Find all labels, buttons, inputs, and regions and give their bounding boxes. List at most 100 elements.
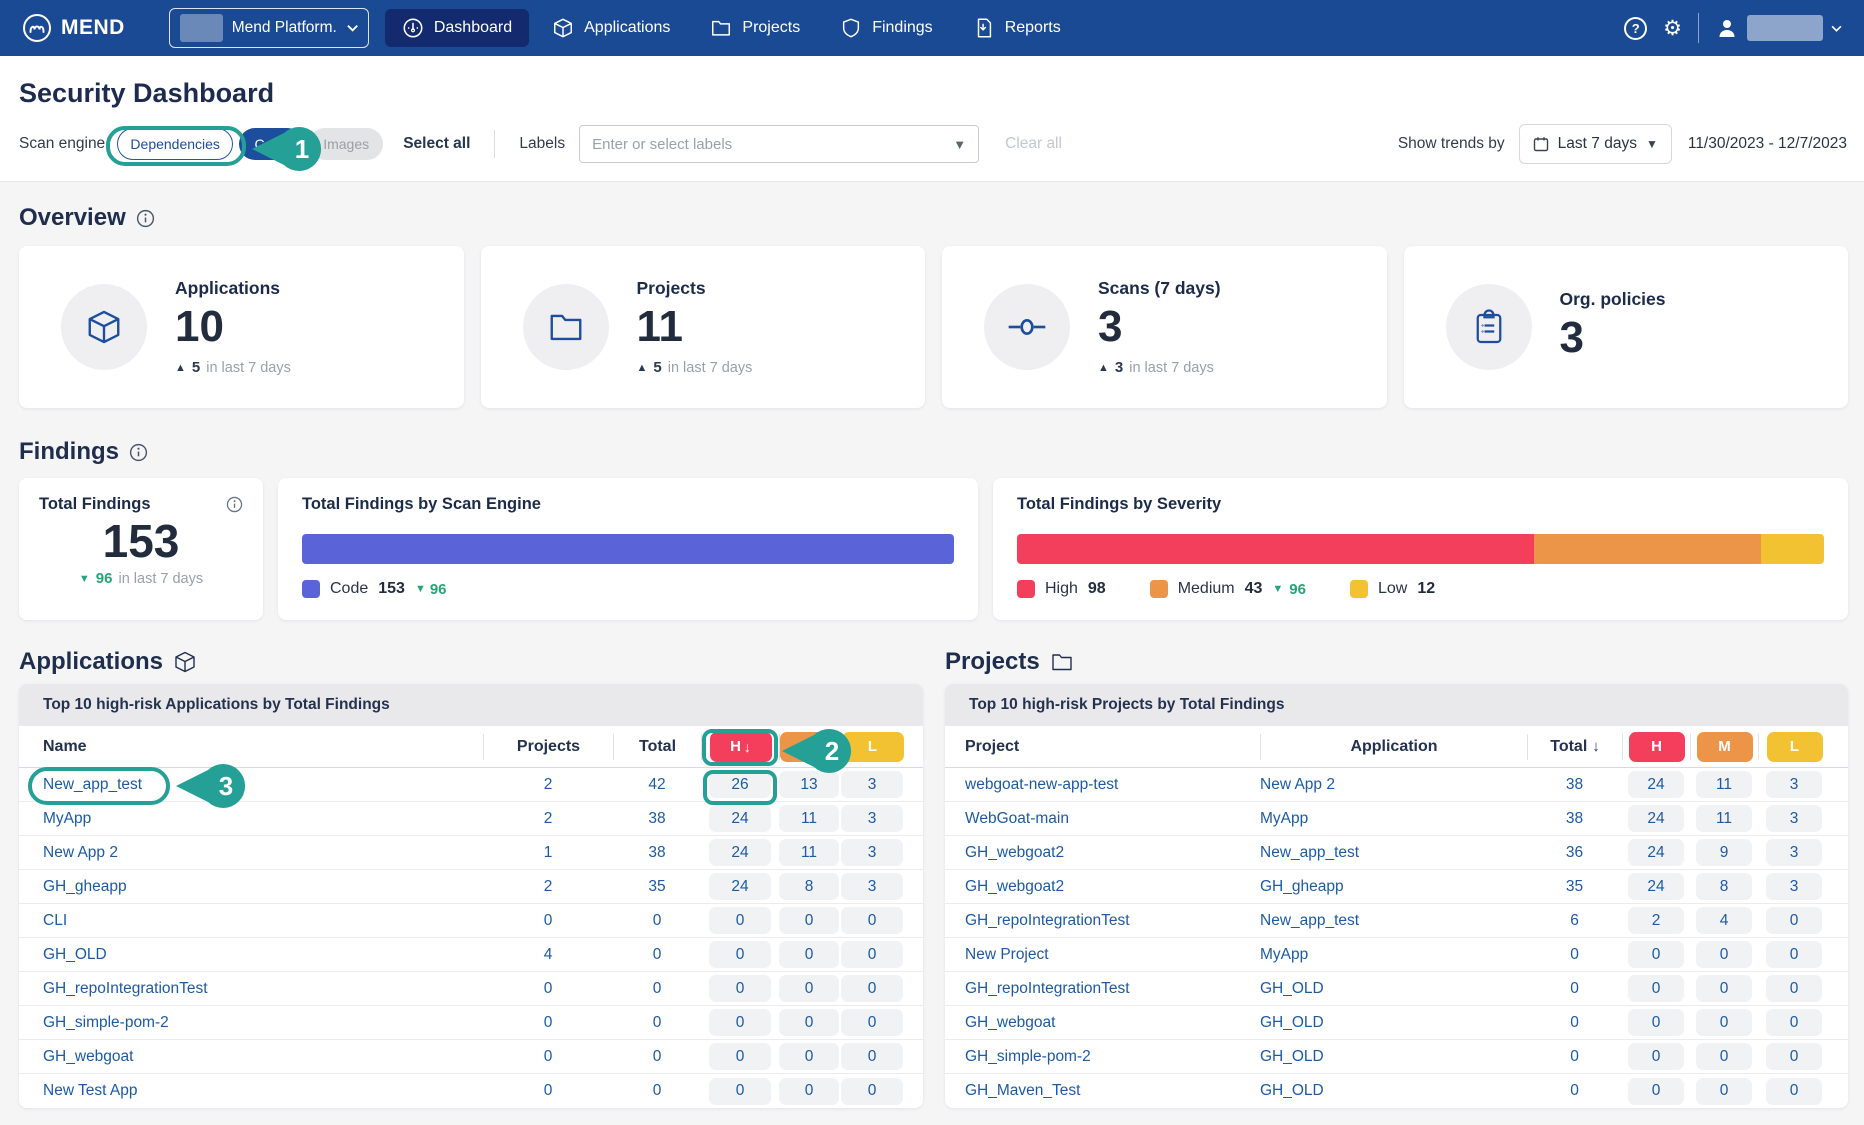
projects-count-cell[interactable]: 4 — [483, 946, 613, 964]
info-icon[interactable] — [129, 443, 148, 462]
clear-all-link[interactable]: Clear all — [1005, 135, 1062, 153]
medium-count-cell[interactable]: 8 — [1696, 873, 1752, 900]
low-count-cell[interactable]: 0 — [1766, 1043, 1822, 1070]
project-link[interactable]: GH_webgoat — [965, 1014, 1055, 1031]
low-count-cell[interactable]: 3 — [841, 839, 903, 866]
project-link[interactable]: New Project — [965, 946, 1049, 963]
application-link[interactable]: GH_simple-pom-2 — [43, 1014, 169, 1031]
info-icon[interactable] — [136, 209, 155, 228]
low-count-cell[interactable]: 3 — [1766, 839, 1822, 866]
dropdown-caret-icon[interactable]: ▼ — [953, 137, 966, 152]
column-header-application[interactable]: Application — [1260, 734, 1527, 760]
column-header-projects[interactable]: Projects — [483, 734, 613, 760]
application-link[interactable]: CLI — [43, 912, 67, 929]
application-link[interactable]: GH_webgoat — [43, 1048, 133, 1065]
total-count-cell[interactable]: 0 — [613, 912, 701, 930]
low-count-cell[interactable]: 3 — [1766, 771, 1822, 798]
low-count-cell[interactable]: 3 — [841, 771, 903, 798]
nav-tab-applications[interactable]: Applications — [535, 9, 687, 47]
total-count-cell[interactable]: 6 — [1527, 912, 1622, 930]
medium-count-cell[interactable]: 0 — [1696, 941, 1752, 968]
medium-count-cell[interactable]: 0 — [1696, 1043, 1752, 1070]
engine-pill-images[interactable]: Images — [309, 128, 383, 160]
application-link[interactable]: GH_OLD — [1260, 1082, 1324, 1099]
low-count-cell[interactable]: 0 — [1766, 1078, 1822, 1105]
application-link[interactable]: GH_gheapp — [1260, 878, 1344, 895]
low-count-cell[interactable]: 0 — [841, 941, 903, 968]
projects-count-cell[interactable]: 2 — [483, 810, 613, 828]
medium-count-cell[interactable]: 13 — [779, 771, 839, 798]
medium-count-cell[interactable]: 0 — [779, 975, 839, 1002]
total-count-cell[interactable]: 38 — [1527, 776, 1622, 794]
nav-tab-findings[interactable]: Findings — [823, 9, 949, 47]
total-count-cell[interactable]: 0 — [613, 946, 701, 964]
medium-count-cell[interactable]: 0 — [779, 1078, 839, 1105]
column-header-low[interactable]: L — [839, 734, 905, 760]
application-link[interactable]: New_app_test — [1260, 912, 1359, 929]
high-count-cell[interactable]: 0 — [709, 907, 771, 934]
engine-pill-dependencies[interactable]: Dependencies — [117, 128, 233, 160]
high-count-cell[interactable]: 2 — [1628, 907, 1684, 934]
high-count-cell[interactable]: 0 — [709, 1009, 771, 1036]
high-count-cell[interactable]: 0 — [1628, 1078, 1684, 1105]
low-count-cell[interactable]: 3 — [1766, 873, 1822, 900]
nav-tab-projects[interactable]: Projects — [693, 9, 817, 47]
total-count-cell[interactable]: 0 — [1527, 1048, 1622, 1066]
total-count-cell[interactable]: 0 — [613, 980, 701, 998]
total-count-cell[interactable]: 0 — [1527, 946, 1622, 964]
high-count-cell[interactable]: 0 — [1628, 975, 1684, 1002]
application-link[interactable]: New_app_test — [43, 776, 142, 793]
projects-count-cell[interactable]: 1 — [483, 844, 613, 862]
high-count-cell[interactable]: 24 — [709, 873, 771, 900]
project-link[interactable]: WebGoat-main — [965, 810, 1069, 827]
projects-count-cell[interactable]: 0 — [483, 912, 613, 930]
low-count-cell[interactable]: 0 — [1766, 907, 1822, 934]
medium-count-cell[interactable]: 0 — [1696, 1009, 1752, 1036]
medium-count-cell[interactable]: 0 — [779, 1043, 839, 1070]
engine-pill-code[interactable]: Code — [239, 128, 303, 160]
project-link[interactable]: webgoat-new-app-test — [965, 776, 1118, 793]
medium-count-cell[interactable]: 11 — [1696, 771, 1752, 798]
low-count-cell[interactable]: 0 — [841, 1043, 903, 1070]
low-count-cell[interactable]: 0 — [1766, 941, 1822, 968]
medium-count-cell[interactable]: 0 — [1696, 975, 1752, 1002]
column-header-name[interactable]: Name — [43, 734, 483, 760]
low-count-cell[interactable]: 0 — [841, 907, 903, 934]
projects-count-cell[interactable]: 0 — [483, 980, 613, 998]
total-count-cell[interactable]: 0 — [1527, 1014, 1622, 1032]
total-count-cell[interactable]: 42 — [613, 776, 701, 794]
application-link[interactable]: New App 2 — [1260, 776, 1335, 793]
column-header-project[interactable]: Project — [965, 734, 1260, 760]
application-link[interactable]: GH_OLD — [1260, 980, 1324, 997]
user-menu[interactable] — [1715, 15, 1842, 41]
low-count-cell[interactable]: 0 — [841, 975, 903, 1002]
medium-count-cell[interactable]: 11 — [779, 805, 839, 832]
application-link[interactable]: GH_OLD — [1260, 1014, 1324, 1031]
info-icon[interactable] — [226, 496, 243, 513]
engine-bar[interactable] — [302, 534, 954, 564]
application-link[interactable]: New App 2 — [43, 844, 118, 861]
high-count-cell[interactable]: 26 — [709, 771, 771, 798]
high-count-cell[interactable]: 24 — [1628, 805, 1684, 832]
medium-count-cell[interactable]: 0 — [779, 941, 839, 968]
severity-segment-high[interactable] — [1017, 534, 1534, 564]
total-count-cell[interactable]: 0 — [613, 1048, 701, 1066]
high-count-cell[interactable]: 24 — [1628, 839, 1684, 866]
low-count-cell[interactable]: 3 — [841, 805, 903, 832]
projects-count-cell[interactable]: 0 — [483, 1082, 613, 1100]
application-link[interactable]: GH_repoIntegrationTest — [43, 980, 208, 997]
total-count-cell[interactable]: 35 — [613, 878, 701, 896]
medium-count-cell[interactable]: 4 — [1696, 907, 1752, 934]
total-count-cell[interactable]: 0 — [1527, 980, 1622, 998]
labels-input[interactable] — [580, 136, 940, 153]
high-count-cell[interactable]: 0 — [1628, 1009, 1684, 1036]
medium-count-cell[interactable]: 9 — [1696, 839, 1752, 866]
projects-count-cell[interactable]: 0 — [483, 1014, 613, 1032]
medium-count-cell[interactable]: 0 — [779, 1009, 839, 1036]
application-link[interactable]: MyApp — [43, 810, 91, 827]
total-count-cell[interactable]: 38 — [613, 810, 701, 828]
medium-count-cell[interactable]: 0 — [779, 907, 839, 934]
total-count-cell[interactable]: 36 — [1527, 844, 1622, 862]
medium-count-cell[interactable]: 0 — [1696, 1078, 1752, 1105]
high-count-cell[interactable]: 0 — [709, 975, 771, 1002]
